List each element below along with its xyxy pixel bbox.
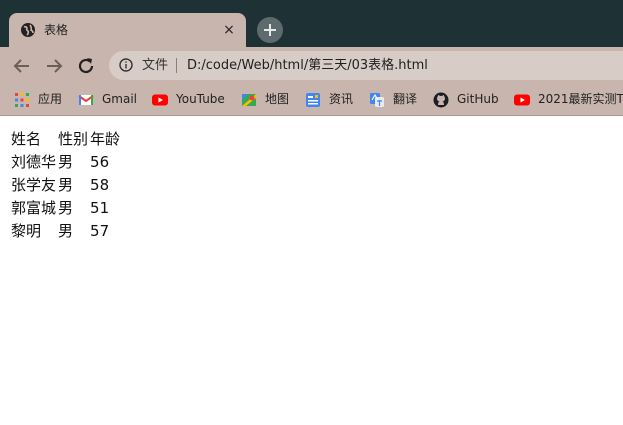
maps-icon bbox=[242, 94, 256, 106]
bookmarks-bar: 应用 Gmail YouTube 地图 资讯 翻译 GitHub 2021最新实… bbox=[0, 84, 623, 116]
divider bbox=[176, 58, 177, 73]
cell-name: 黎明 bbox=[11, 222, 42, 240]
cell-gender: 男 bbox=[58, 222, 74, 240]
bookmark-label: Gmail bbox=[102, 92, 138, 106]
header-gender: 性别 bbox=[58, 130, 89, 148]
tab-title: 表格 bbox=[44, 23, 69, 37]
browser-toolbar: 文件 D:/code/Web/html/第三天/03表格.html bbox=[0, 47, 623, 84]
globe-icon bbox=[21, 23, 35, 37]
cell-name: 郭富城 bbox=[11, 199, 57, 217]
table-row: 刘德华 男 56 bbox=[11, 152, 120, 173]
table-row: 郭富城 男 51 bbox=[11, 198, 120, 219]
table-header-row: 姓名 性别 年龄 bbox=[11, 129, 120, 150]
cell-gender: 男 bbox=[58, 153, 74, 171]
people-table: 姓名 性别 年龄 刘德华 男 56 张学友 男 58 郭富城 男 51 黎明 男… bbox=[9, 127, 122, 244]
github-icon bbox=[433, 92, 449, 108]
back-arrow-icon[interactable] bbox=[11, 55, 33, 77]
cell-age: 57 bbox=[90, 222, 110, 240]
bookmark-label: 应用 bbox=[38, 92, 63, 106]
cell-gender: 男 bbox=[58, 176, 74, 194]
tab-close-button[interactable]: × bbox=[218, 19, 240, 41]
plus-icon bbox=[264, 24, 276, 36]
gmail-icon bbox=[78, 95, 94, 105]
cell-gender: 男 bbox=[58, 199, 74, 217]
reload-icon[interactable] bbox=[75, 55, 97, 77]
table-row: 黎明 男 57 bbox=[11, 221, 120, 242]
apps-grid-icon bbox=[15, 93, 29, 107]
cell-name: 张学友 bbox=[11, 176, 57, 194]
cell-age: 51 bbox=[90, 199, 110, 217]
scheme-label: 文件 bbox=[142, 58, 169, 73]
info-icon[interactable] bbox=[119, 58, 133, 72]
active-tab[interactable]: 表格 × bbox=[9, 13, 246, 47]
address-bar[interactable]: 文件 D:/code/Web/html/第三天/03表格.html bbox=[109, 51, 623, 80]
news-icon bbox=[306, 93, 320, 107]
page-content: 姓名 性别 年龄 刘德华 男 56 张学友 男 58 郭富城 男 51 黎明 男… bbox=[0, 116, 623, 425]
table-row: 张学友 男 58 bbox=[11, 175, 120, 196]
cell-age: 58 bbox=[90, 176, 110, 194]
bookmark-label: 翻译 bbox=[393, 92, 418, 106]
youtube-icon bbox=[152, 94, 168, 106]
new-tab-button[interactable] bbox=[257, 17, 283, 43]
bookmark-label: 资讯 bbox=[329, 92, 354, 106]
bookmark-label: GitHub bbox=[457, 92, 499, 106]
forward-arrow-icon[interactable] bbox=[43, 55, 65, 77]
bookmark-label: 2021最新实测T bbox=[538, 92, 623, 106]
cell-age: 56 bbox=[90, 153, 110, 171]
translate-icon bbox=[370, 93, 384, 107]
header-age: 年龄 bbox=[90, 130, 121, 148]
youtube-icon bbox=[514, 94, 530, 106]
url-text[interactable]: D:/code/Web/html/第三天/03表格.html bbox=[187, 57, 428, 74]
bookmark-label: 地图 bbox=[265, 92, 290, 106]
bookmark-label: YouTube bbox=[176, 92, 225, 106]
tab-strip: 表格 × bbox=[0, 0, 623, 47]
header-name: 姓名 bbox=[11, 130, 42, 148]
cell-name: 刘德华 bbox=[11, 153, 57, 171]
